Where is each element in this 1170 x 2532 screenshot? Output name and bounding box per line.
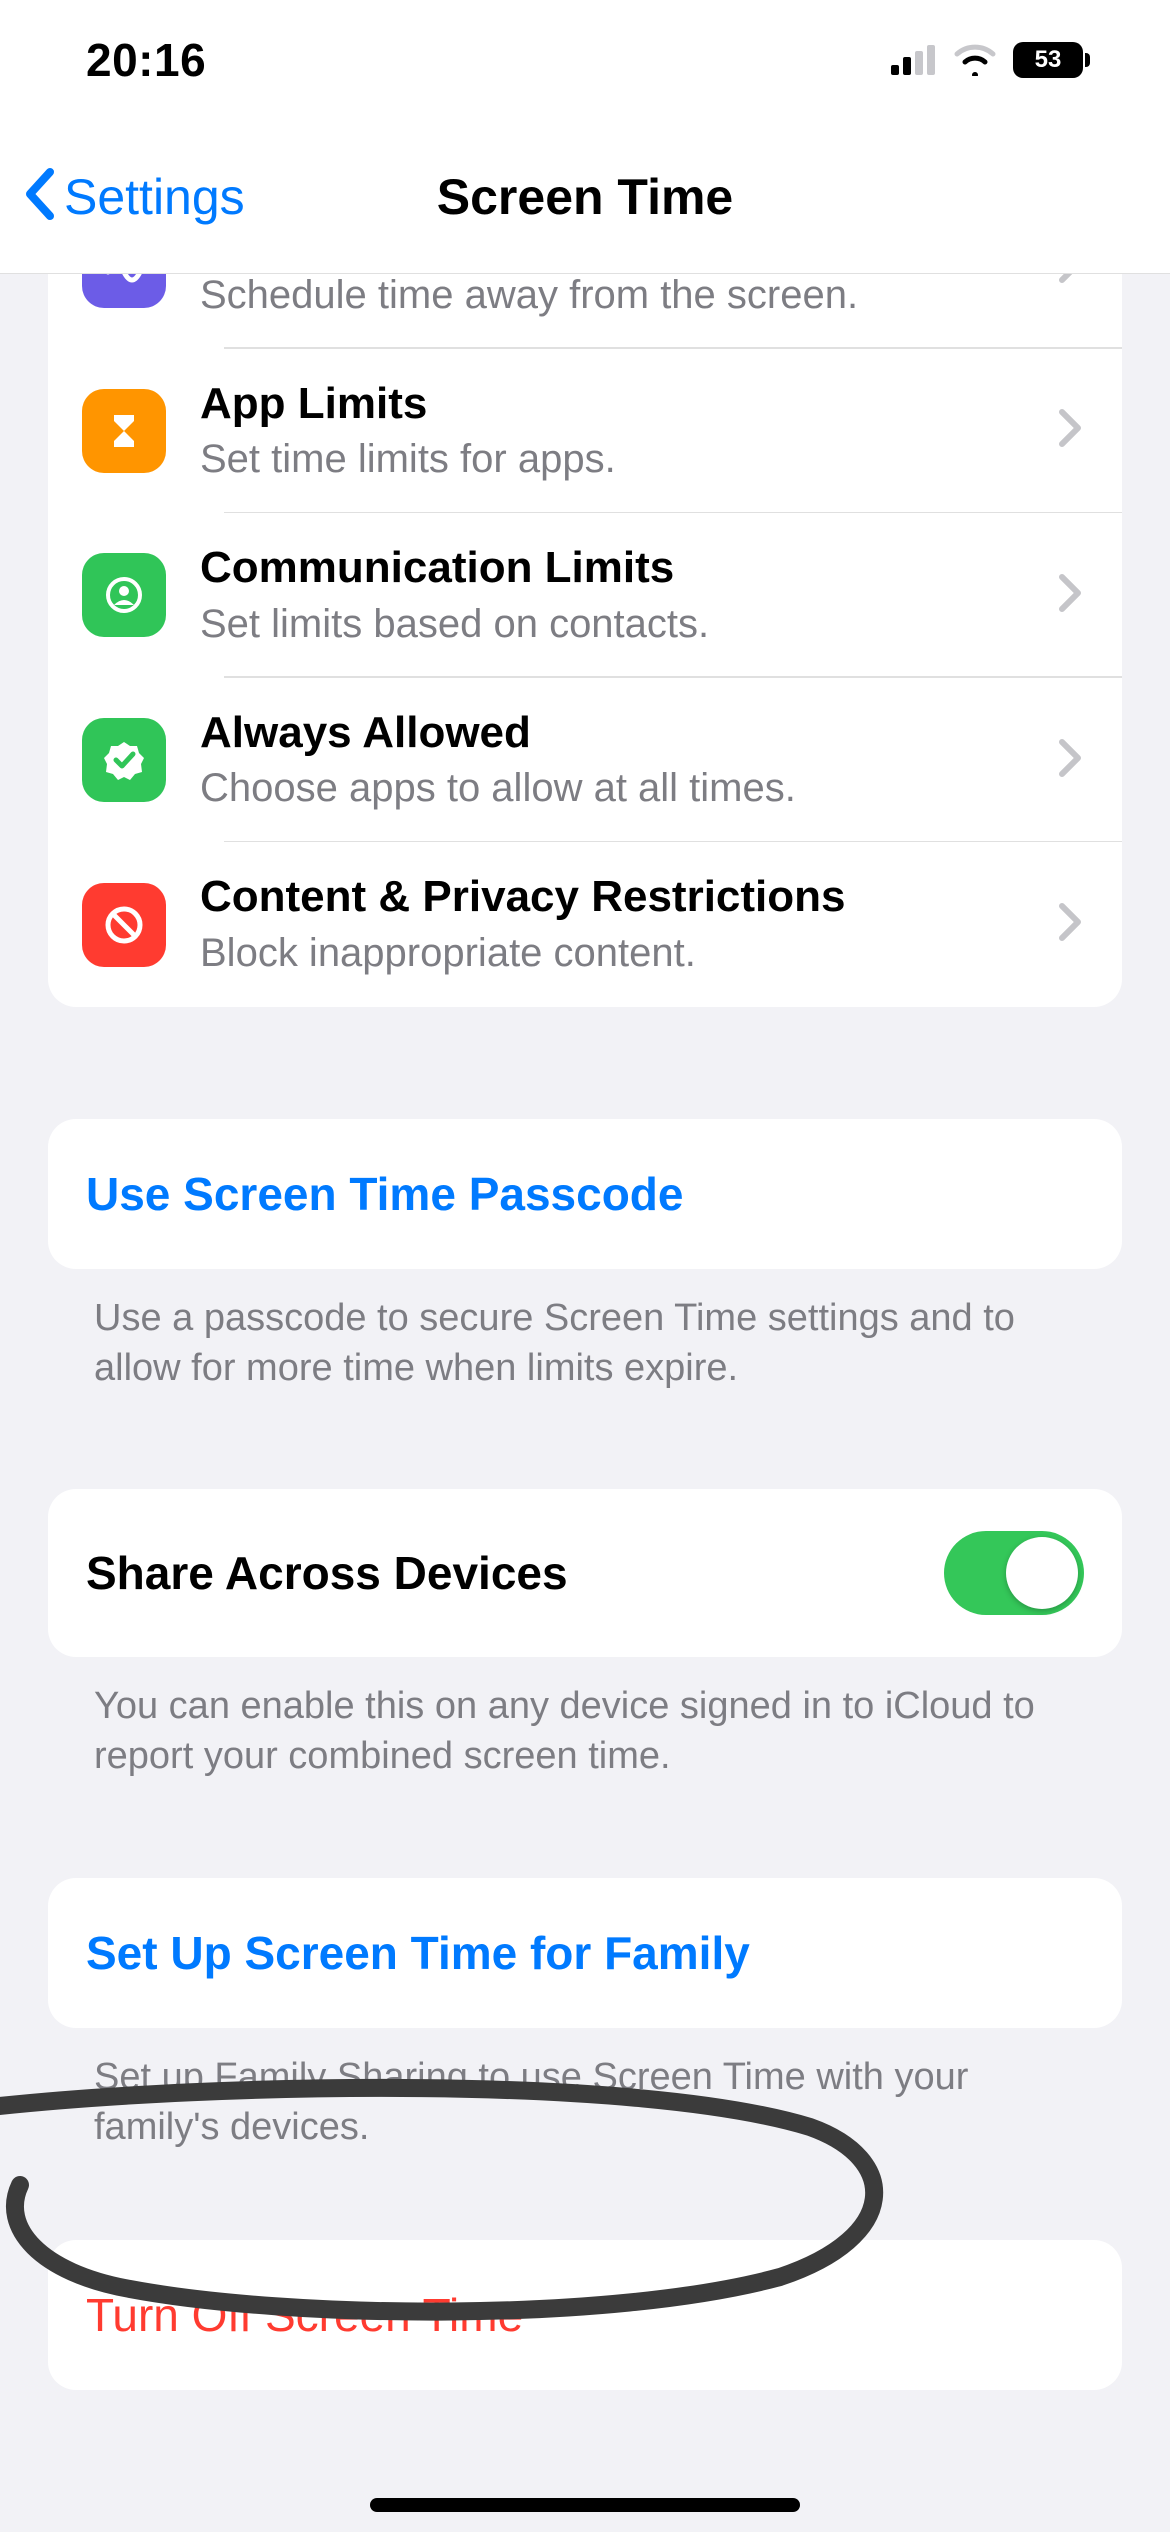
row-downtime[interactable]: Downtime Schedule time away from the scr… xyxy=(48,274,1122,349)
row-text: Communication Limits Set limits based on… xyxy=(200,543,1024,648)
home-indicator[interactable] xyxy=(370,2498,800,2512)
row-communication-limits[interactable]: Communication Limits Set limits based on… xyxy=(48,513,1122,678)
nav-bar: Settings Screen Time xyxy=(0,120,1170,274)
downtime-icon xyxy=(82,274,166,308)
back-label: Settings xyxy=(64,168,245,226)
limits-group: Downtime Schedule time away from the scr… xyxy=(48,274,1122,1007)
row-title: App Limits xyxy=(200,379,1024,430)
switch-knob xyxy=(1006,1537,1078,1609)
battery-level: 53 xyxy=(1035,46,1062,74)
chevron-right-icon xyxy=(1058,902,1082,947)
row-title: Content & Privacy Restrictions xyxy=(200,872,1024,923)
link-label: Use Screen Time Passcode xyxy=(86,1168,683,1220)
share-footer: You can enable this on any device signed… xyxy=(48,1657,1122,1781)
row-app-limits[interactable]: App Limits Set time limits for apps. xyxy=(48,349,1122,514)
turn-off-group: Turn Off Screen Time xyxy=(48,2240,1122,2390)
chevron-right-icon xyxy=(1058,408,1082,453)
chevron-left-icon xyxy=(22,168,58,225)
share-group: Share Across Devices xyxy=(48,1489,1122,1657)
cellular-icon xyxy=(891,45,937,75)
link-label: Turn Off Screen Time xyxy=(86,2289,523,2341)
contact-icon xyxy=(82,553,166,637)
share-label: Share Across Devices xyxy=(86,1546,568,1600)
page-title: Screen Time xyxy=(437,168,733,226)
chevron-right-icon xyxy=(1058,274,1082,289)
row-always-allowed[interactable]: Always Allowed Choose apps to allow at a… xyxy=(48,678,1122,843)
link-label: Set Up Screen Time for Family xyxy=(86,1927,750,1979)
hourglass-icon xyxy=(82,389,166,473)
status-time: 20:16 xyxy=(86,33,206,87)
row-subtitle: Set time limits for apps. xyxy=(200,435,1024,483)
row-title: Always Allowed xyxy=(200,708,1024,759)
share-row: Share Across Devices xyxy=(48,1489,1122,1657)
row-subtitle: Choose apps to allow at all times. xyxy=(200,764,1024,812)
row-text: App Limits Set time limits for apps. xyxy=(200,379,1024,484)
badge-check-icon xyxy=(82,718,166,802)
row-subtitle: Block inappropriate content. xyxy=(200,929,1024,977)
row-title: Communication Limits xyxy=(200,543,1024,594)
turn-off-button[interactable]: Turn Off Screen Time xyxy=(48,2240,1122,2390)
chevron-right-icon xyxy=(1058,573,1082,618)
row-content-privacy[interactable]: Content & Privacy Restrictions Block ina… xyxy=(48,842,1122,1007)
share-toggle[interactable] xyxy=(944,1531,1084,1615)
row-subtitle: Set limits based on contacts. xyxy=(200,600,1024,648)
family-setup-button[interactable]: Set Up Screen Time for Family xyxy=(48,1878,1122,2028)
status-bar: 20:16 53 xyxy=(0,0,1170,120)
family-footer: Set up Family Sharing to use Screen Time… xyxy=(48,2028,1122,2152)
battery-icon: 53 xyxy=(1013,42,1090,78)
row-text: Content & Privacy Restrictions Block ina… xyxy=(200,872,1024,977)
family-group: Set Up Screen Time for Family xyxy=(48,1878,1122,2028)
row-subtitle: Schedule time away from the screen. xyxy=(200,274,1024,319)
content: Downtime Schedule time away from the scr… xyxy=(0,274,1170,2532)
passcode-footer: Use a passcode to secure Screen Time set… xyxy=(48,1269,1122,1393)
no-entry-icon xyxy=(82,883,166,967)
back-button[interactable]: Settings xyxy=(22,120,245,273)
wifi-icon xyxy=(953,44,997,76)
content-scroll[interactable]: Downtime Schedule time away from the scr… xyxy=(0,274,1170,2532)
row-text: Downtime Schedule time away from the scr… xyxy=(200,274,1024,319)
chevron-right-icon xyxy=(1058,738,1082,783)
use-passcode-button[interactable]: Use Screen Time Passcode xyxy=(48,1119,1122,1269)
status-right: 53 xyxy=(891,42,1090,78)
row-text: Always Allowed Choose apps to allow at a… xyxy=(200,708,1024,813)
passcode-group: Use Screen Time Passcode xyxy=(48,1119,1122,1269)
